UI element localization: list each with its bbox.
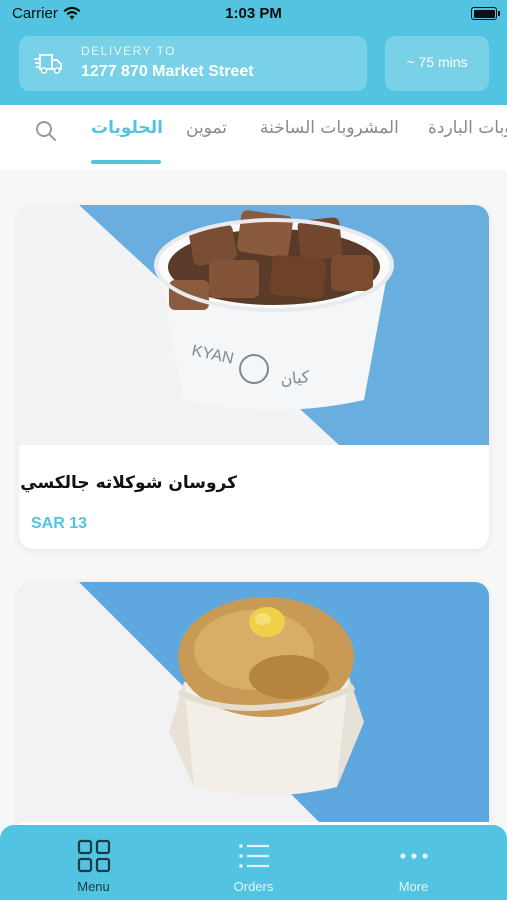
nav-menu[interactable]: Menu xyxy=(9,825,178,900)
product-price: SAR 13 xyxy=(31,515,88,532)
tab-desserts[interactable]: الحلويات xyxy=(91,118,163,138)
more-dots-icon xyxy=(400,853,428,859)
tab-groceries[interactable]: تموين xyxy=(186,118,227,138)
tab-hot-drinks[interactable]: المشروبات الساخنة xyxy=(260,118,399,138)
nav-orders-label: Orders xyxy=(233,879,274,894)
eta-button[interactable]: ~ 75 mins xyxy=(385,36,489,91)
nav-more[interactable]: More xyxy=(329,825,498,900)
delivery-address: 1277 870 Market Street xyxy=(81,63,254,80)
product-image xyxy=(19,582,489,822)
delivery-truck-icon xyxy=(34,54,62,74)
nav-orders[interactable]: Orders xyxy=(169,825,338,900)
nav-menu-label: Menu xyxy=(77,879,110,894)
eta-text: ~ 75 mins xyxy=(406,54,468,70)
tab-cold-drinks[interactable]: المشروبات الباردة xyxy=(428,118,507,138)
status-time: 1:03 PM xyxy=(225,5,282,22)
battery-icon xyxy=(471,7,500,20)
delivery-address-button[interactable]: DELIVERY TO 1277 870 Market Street xyxy=(19,36,367,91)
search-icon[interactable] xyxy=(34,119,58,143)
list-icon xyxy=(239,844,269,868)
product-card[interactable]: KYAN كيان كروسان شوكلاته جالكسي SAR 13 xyxy=(19,205,489,549)
product-name: كروسان شوكلاته جالكسي xyxy=(20,473,237,493)
status-bar: Carrier 1:03 PM xyxy=(0,0,507,28)
product-image: KYAN كيان xyxy=(19,205,489,445)
bottom-nav: Menu Orders More xyxy=(0,825,507,900)
nav-more-label: More xyxy=(398,879,429,894)
grid-icon xyxy=(77,839,111,873)
category-tabs: الحلويات تموين المشروبات الساخنة المشروب… xyxy=(0,105,507,170)
delivery-label: DELIVERY TO xyxy=(81,44,176,58)
cup-brand-arabic: كيان xyxy=(279,367,310,389)
header: Carrier 1:03 PM DELIVERY TO 1277 870 Mar… xyxy=(0,0,507,105)
active-tab-indicator xyxy=(91,160,161,164)
